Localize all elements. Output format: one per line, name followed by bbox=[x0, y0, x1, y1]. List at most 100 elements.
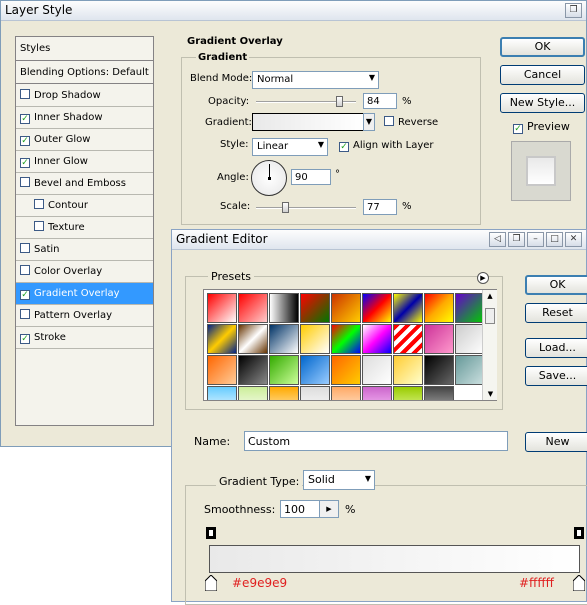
smoothness-stepper[interactable]: ▶ bbox=[319, 500, 339, 518]
scale-input[interactable]: 77 bbox=[363, 199, 397, 215]
preset-swatch[interactable] bbox=[300, 386, 330, 400]
checkbox-icon[interactable] bbox=[34, 199, 44, 209]
opacity-slider-thumb[interactable] bbox=[336, 96, 343, 107]
checkmark-icon[interactable]: ✓ bbox=[20, 290, 30, 300]
layer-style-titlebar[interactable]: Layer Style ❐ bbox=[1, 1, 586, 21]
style-item-stroke[interactable]: ✓ Stroke bbox=[16, 327, 153, 349]
minimize-icon[interactable]: – bbox=[527, 232, 544, 247]
preset-swatch[interactable] bbox=[238, 386, 268, 400]
style-select[interactable]: Linear ▼ bbox=[252, 138, 328, 156]
style-item-contour[interactable]: Contour bbox=[16, 195, 153, 217]
opacity-input[interactable]: 84 bbox=[363, 93, 397, 109]
preset-swatch[interactable] bbox=[269, 293, 299, 323]
preset-swatch[interactable] bbox=[269, 386, 299, 400]
preset-swatch[interactable] bbox=[238, 293, 268, 323]
preset-swatch[interactable] bbox=[362, 355, 392, 385]
blending-options-item[interactable]: Blending Options: Default bbox=[16, 62, 153, 84]
gradient-type-select[interactable]: Solid ▼ bbox=[303, 470, 375, 490]
style-item-drop-shadow[interactable]: Drop Shadow bbox=[16, 85, 153, 107]
style-item-texture[interactable]: Texture bbox=[16, 217, 153, 239]
back-icon[interactable]: ◁ bbox=[489, 232, 506, 247]
restore-icon[interactable]: ❐ bbox=[565, 3, 582, 18]
gradient-picker-arrow[interactable]: ▼ bbox=[363, 113, 375, 131]
preset-swatch[interactable] bbox=[424, 355, 454, 385]
maximize-icon[interactable]: □ bbox=[546, 232, 563, 247]
opacity-stop-left[interactable] bbox=[206, 527, 216, 539]
reverse-checkbox[interactable]: Reverse bbox=[384, 116, 438, 128]
checkmark-icon[interactable]: ✓ bbox=[20, 136, 30, 146]
style-item-pattern-overlay[interactable]: Pattern Overlay bbox=[16, 305, 153, 327]
preview-checkbox[interactable]: ✓ Preview bbox=[513, 120, 570, 134]
restore-icon[interactable]: ❐ bbox=[508, 232, 525, 247]
preset-swatch[interactable] bbox=[331, 355, 361, 385]
color-stop-right[interactable] bbox=[572, 574, 586, 592]
style-item-color-overlay[interactable]: Color Overlay bbox=[16, 261, 153, 283]
scroll-thumb[interactable] bbox=[485, 308, 495, 324]
style-item-inner-glow[interactable]: ✓ Inner Glow bbox=[16, 151, 153, 173]
opacity-stop-right[interactable] bbox=[574, 527, 584, 539]
gradient-editor-titlebar[interactable]: Gradient Editor ◁ ❐ – □ ✕ bbox=[172, 230, 586, 250]
checkmark-icon[interactable]: ✓ bbox=[20, 334, 30, 344]
new-button[interactable]: New bbox=[525, 432, 587, 452]
preset-swatch[interactable] bbox=[300, 293, 330, 323]
preset-swatch[interactable] bbox=[424, 293, 454, 323]
preset-swatch[interactable] bbox=[238, 355, 268, 385]
angle-input[interactable]: 90 bbox=[291, 169, 331, 185]
checkmark-icon[interactable]: ✓ bbox=[20, 158, 30, 168]
scroll-down-icon[interactable]: ▼ bbox=[483, 388, 498, 400]
preset-swatch[interactable] bbox=[424, 324, 454, 354]
checkbox-icon[interactable] bbox=[20, 177, 30, 187]
preset-swatch[interactable] bbox=[393, 386, 423, 400]
style-item-gradient-overlay[interactable]: ✓ Gradient Overlay bbox=[16, 283, 153, 305]
save-button[interactable]: Save... bbox=[525, 366, 587, 386]
preset-swatch[interactable] bbox=[207, 293, 237, 323]
preset-swatch[interactable] bbox=[207, 355, 237, 385]
preset-swatch[interactable] bbox=[300, 355, 330, 385]
gradient-preview-bar[interactable] bbox=[209, 545, 580, 573]
preset-swatch[interactable] bbox=[455, 293, 485, 323]
angle-dial[interactable] bbox=[251, 160, 287, 196]
preset-swatch[interactable] bbox=[393, 293, 423, 323]
align-with-layer-checkbox[interactable]: ✓ Align with Layer bbox=[339, 140, 434, 152]
preset-swatch[interactable] bbox=[455, 355, 485, 385]
new-style-button[interactable]: New Style... bbox=[500, 93, 585, 113]
smoothness-input[interactable]: 100 bbox=[280, 500, 320, 518]
presets-menu-icon[interactable]: ▶ bbox=[477, 272, 489, 284]
blend-mode-select[interactable]: Normal ▼ bbox=[252, 71, 379, 89]
preset-swatch[interactable] bbox=[362, 324, 392, 354]
style-item-outer-glow[interactable]: ✓ Outer Glow bbox=[16, 129, 153, 151]
color-stop-left[interactable] bbox=[204, 574, 218, 592]
preset-swatch[interactable] bbox=[238, 324, 268, 354]
name-input[interactable]: Custom bbox=[244, 431, 508, 451]
editor-ok-button[interactable]: OK bbox=[525, 275, 587, 295]
preset-swatch[interactable] bbox=[362, 293, 392, 323]
preset-swatch[interactable] bbox=[207, 386, 237, 400]
ok-button[interactable]: OK bbox=[500, 37, 585, 57]
load-button[interactable]: Load... bbox=[525, 338, 587, 358]
scale-slider-thumb[interactable] bbox=[282, 202, 289, 213]
preset-swatch[interactable] bbox=[269, 324, 299, 354]
preset-swatch[interactable] bbox=[424, 386, 454, 400]
checkmark-icon[interactable]: ✓ bbox=[20, 114, 30, 124]
checkbox-icon[interactable] bbox=[20, 243, 30, 253]
preset-swatch[interactable] bbox=[362, 386, 392, 400]
style-item-inner-shadow[interactable]: ✓ Inner Shadow bbox=[16, 107, 153, 129]
preset-scrollbar[interactable]: ▲ ▼ bbox=[482, 290, 497, 400]
cancel-button[interactable]: Cancel bbox=[500, 65, 585, 85]
preset-swatch[interactable] bbox=[207, 324, 237, 354]
style-item-bevel-and-emboss[interactable]: Bevel and Emboss bbox=[16, 173, 153, 195]
checkbox-icon[interactable] bbox=[20, 265, 30, 275]
preset-swatch[interactable] bbox=[331, 386, 361, 400]
preset-swatch[interactable] bbox=[393, 355, 423, 385]
checkbox-icon[interactable] bbox=[20, 309, 30, 319]
preset-swatch[interactable] bbox=[331, 324, 361, 354]
style-item-satin[interactable]: Satin bbox=[16, 239, 153, 261]
reset-button[interactable]: Reset bbox=[525, 303, 587, 323]
gradient-picker[interactable] bbox=[252, 113, 364, 131]
scale-slider-track[interactable] bbox=[256, 207, 356, 209]
scroll-up-icon[interactable]: ▲ bbox=[483, 290, 497, 302]
close-icon[interactable]: ✕ bbox=[565, 232, 582, 247]
preset-swatch[interactable] bbox=[455, 324, 485, 354]
preset-swatch[interactable] bbox=[269, 355, 299, 385]
checkbox-icon[interactable] bbox=[34, 221, 44, 231]
